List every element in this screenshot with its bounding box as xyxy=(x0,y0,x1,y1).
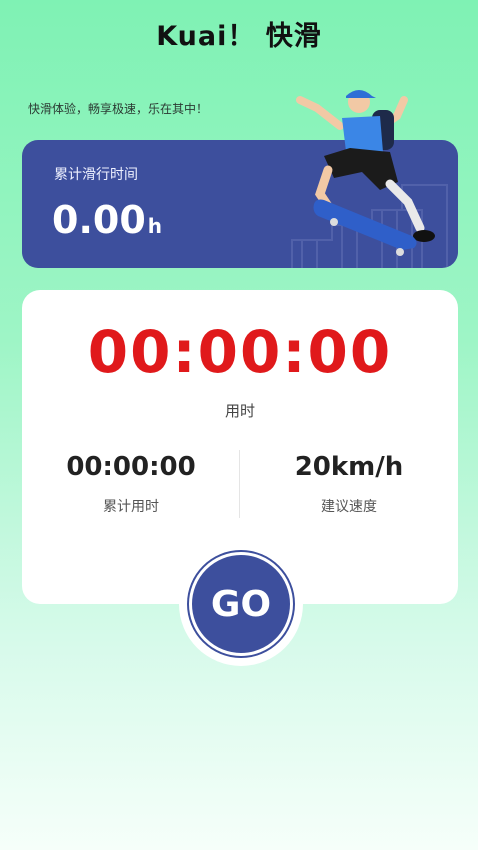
total-time-label: 累计用时 xyxy=(103,499,159,515)
suggested-speed-stat: 20km/h 建议速度 xyxy=(240,452,458,516)
total-ride-time-label: 累计滑行时间 xyxy=(54,167,138,183)
tagline: 快滑体验，畅享极速，乐在其中！ xyxy=(28,102,209,116)
app-title: Kuai！ 快滑 xyxy=(156,21,322,52)
total-time-value: 00:00:00 xyxy=(66,452,196,482)
total-ride-time-unit: h xyxy=(147,214,163,238)
skateboarder-illustration xyxy=(296,90,435,256)
total-ride-time-value: 0.00 h xyxy=(52,198,162,242)
suggested-speed-label: 建议速度 xyxy=(321,499,377,515)
total-ride-time-number: 0.00 xyxy=(52,198,146,242)
suggested-speed-value: 20km/h xyxy=(294,452,404,482)
main-timer: 00:00:00 xyxy=(87,318,393,386)
total-time-stat: 00:00:00 累计用时 xyxy=(22,452,240,516)
main-timer-label: 用时 xyxy=(224,402,255,420)
go-button[interactable]: GO xyxy=(189,552,293,656)
